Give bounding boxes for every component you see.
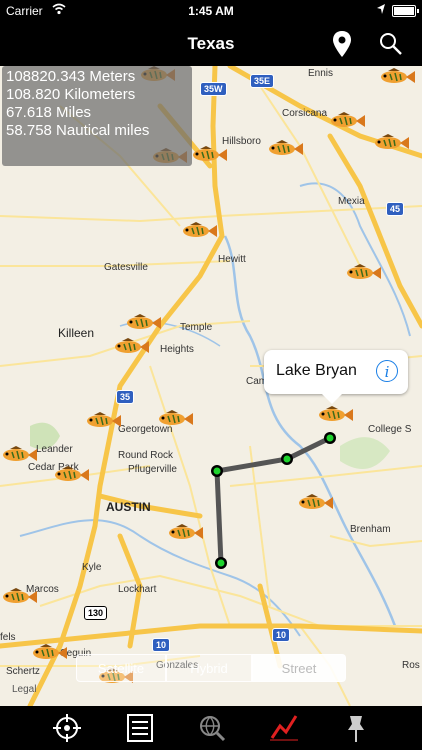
highway-shield-130: 130 bbox=[84, 606, 108, 620]
fish-marker-icon[interactable] bbox=[0, 446, 38, 464]
city-hewitt: Hewitt bbox=[218, 254, 246, 265]
pushpin-icon[interactable] bbox=[340, 712, 372, 744]
distance-miles: 67.618 Miles bbox=[6, 104, 92, 121]
info-icon[interactable]: i bbox=[376, 360, 398, 382]
city-lockhart: Lockhart bbox=[118, 584, 157, 595]
segment-hybrid[interactable]: Hybrid bbox=[166, 654, 252, 682]
segment-satellite[interactable]: Satellite bbox=[76, 654, 166, 682]
battery-fill bbox=[394, 7, 414, 15]
location-arrow-icon bbox=[376, 3, 386, 18]
city-rosenberg: Ros bbox=[402, 660, 420, 671]
legal-link[interactable]: Legal bbox=[12, 684, 36, 695]
status-time: 1:45 AM bbox=[188, 4, 234, 18]
locate-icon[interactable] bbox=[51, 712, 83, 744]
fish-marker-icon[interactable] bbox=[124, 314, 162, 332]
city-killeen: Killeen bbox=[58, 326, 95, 340]
city-pflugerville: Pflugerville bbox=[128, 464, 177, 475]
distance-meters: 108820.343 Meters bbox=[6, 68, 136, 85]
city-ennis: Ennis bbox=[308, 68, 334, 79]
tab-bar bbox=[0, 706, 422, 750]
fish-marker-icon[interactable] bbox=[344, 264, 382, 282]
fish-marker-icon[interactable] bbox=[190, 146, 228, 164]
map-pin-icon[interactable] bbox=[330, 29, 354, 59]
city-round-rock: Round Rock bbox=[118, 450, 174, 461]
fish-marker-icon[interactable] bbox=[112, 338, 150, 356]
nav-bar: Texas bbox=[0, 22, 422, 66]
city-temple: Temple bbox=[180, 322, 213, 333]
search-icon[interactable] bbox=[378, 31, 404, 57]
city-leander: Leander bbox=[36, 444, 73, 455]
city-kyle: Kyle bbox=[82, 562, 102, 573]
page-title: Texas bbox=[187, 34, 235, 53]
fish-marker-icon[interactable] bbox=[266, 140, 304, 158]
highway-shield-45: 45 bbox=[386, 202, 405, 216]
map-view[interactable]: Ennis Corsicana Hillsboro Mexia Gatesvil… bbox=[0, 66, 422, 706]
fish-marker-icon[interactable] bbox=[84, 412, 122, 430]
city-schertz: Schertz bbox=[6, 666, 40, 677]
highway-shield-35: 35 bbox=[116, 390, 135, 404]
city-corsicana: Corsicana bbox=[282, 108, 328, 119]
fish-marker-icon[interactable] bbox=[296, 494, 334, 512]
segment-street[interactable]: Street bbox=[252, 654, 346, 682]
measure-icon[interactable] bbox=[268, 712, 300, 744]
list-icon[interactable] bbox=[124, 712, 156, 744]
fish-marker-icon[interactable] bbox=[372, 134, 410, 152]
callout-title: Lake Bryan bbox=[276, 362, 357, 379]
status-bar: Carrier 1:45 AM bbox=[0, 0, 422, 22]
distance-nautical: 58.758 Nautical miles bbox=[6, 122, 150, 139]
city-college-station: College S bbox=[368, 424, 412, 435]
fish-marker-icon[interactable] bbox=[30, 644, 68, 662]
city-new-braunfels: fels bbox=[0, 632, 16, 643]
globe-search-icon[interactable] bbox=[196, 712, 228, 744]
city-mexia: Mexia bbox=[338, 196, 365, 207]
fish-marker-icon[interactable] bbox=[156, 410, 194, 428]
fish-marker-icon[interactable] bbox=[52, 466, 90, 484]
fish-marker-icon[interactable] bbox=[378, 68, 416, 86]
map-type-segmented-control[interactable]: Satellite Hybrid Street bbox=[76, 654, 346, 682]
fish-marker-icon[interactable] bbox=[0, 588, 38, 606]
fish-marker-icon[interactable] bbox=[180, 222, 218, 240]
city-gatesville: Gatesville bbox=[104, 262, 148, 273]
highway-shield-10a: 10 bbox=[152, 638, 171, 652]
fish-marker-icon[interactable] bbox=[166, 524, 204, 542]
fish-marker-icon[interactable] bbox=[316, 406, 354, 424]
highway-shield-10b: 10 bbox=[272, 628, 291, 642]
distance-panel: 108820.343 Meters 108.820 Kilometers 67.… bbox=[2, 66, 192, 166]
location-callout[interactable]: Lake Bryan i bbox=[264, 350, 408, 404]
highway-shield-35e: 35E bbox=[250, 74, 275, 88]
city-austin: AUSTIN bbox=[106, 500, 151, 514]
distance-kilometers: 108.820 Kilometers bbox=[6, 86, 136, 103]
battery-icon bbox=[392, 5, 419, 17]
fish-marker-icon[interactable] bbox=[328, 112, 366, 130]
city-heights: Heights bbox=[160, 344, 194, 355]
highway-shield-35w: 35W bbox=[200, 82, 227, 96]
city-brenham: Brenham bbox=[350, 524, 391, 535]
